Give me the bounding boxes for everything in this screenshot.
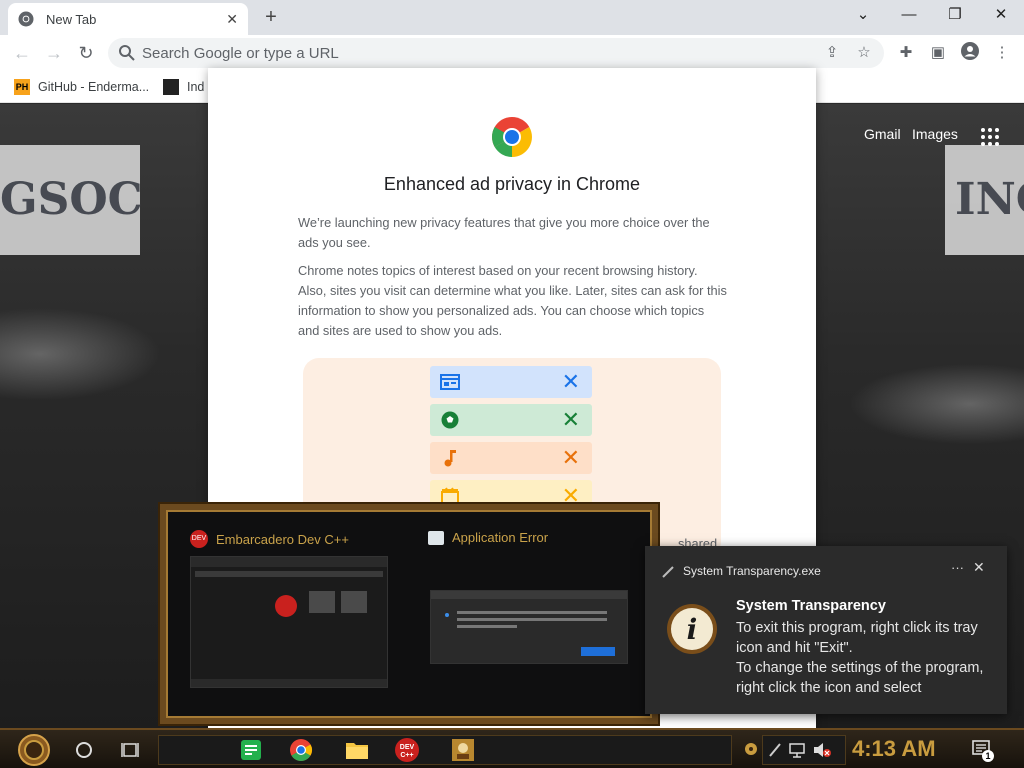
- tray-gear-icon[interactable]: [744, 742, 758, 756]
- bookmark-favicon: [163, 79, 179, 95]
- dialog-title: Enhanced ad privacy in Chrome: [383, 174, 641, 194]
- taskbar-window-preview: DEV Embarcadero Dev C++ Application Erro…: [160, 504, 658, 724]
- preview-item-devcpp[interactable]: DEV Embarcadero Dev C++: [190, 530, 349, 548]
- notification-body: To exit this program, right click its tr…: [736, 620, 984, 696]
- bookmark-label: GitHub - Enderma...: [38, 80, 150, 94]
- svg-text:DEV: DEV: [400, 744, 415, 751]
- svg-text:i: i: [687, 613, 698, 646]
- images-link[interactable]: Images: [912, 126, 958, 142]
- game-icon[interactable]: [448, 735, 478, 765]
- omnibox-input[interactable]: [142, 41, 812, 65]
- bookmark-favicon: PH: [14, 79, 30, 95]
- chrome-logo-icon: [492, 117, 532, 157]
- action-center-icon[interactable]: 1: [970, 738, 994, 762]
- soccer-ball-icon: [441, 411, 459, 429]
- clapperboard-icon: [441, 487, 459, 504]
- preview-title: Embarcadero Dev C++: [216, 531, 349, 547]
- illustration-row: ✕: [430, 404, 592, 436]
- share-icon[interactable]: ⇪: [822, 43, 842, 63]
- search-icon: [119, 45, 135, 61]
- web-icon: [440, 374, 460, 390]
- remove-x-icon: ✕: [561, 369, 580, 394]
- browser-toolbar: ← → ↻ ⇪ ☆ ✚ ▣ ⋮: [0, 35, 1024, 71]
- forward-button[interactable]: →: [42, 41, 66, 65]
- back-button[interactable]: ←: [10, 41, 34, 65]
- chrome-taskbar-icon[interactable]: [286, 735, 316, 765]
- start-button-icon[interactable]: [12, 733, 56, 767]
- tab-new-tab[interactable]: New Tab ✕: [8, 3, 248, 35]
- volume-muted-icon[interactable]: [812, 741, 832, 759]
- svg-text:C++: C++: [400, 752, 413, 759]
- taskbar: DEV C++ 4:13 AM 1: [0, 728, 1024, 768]
- music-note-icon: [444, 450, 456, 467]
- google-apps-icon[interactable]: [980, 127, 1000, 147]
- notification-toast[interactable]: System Transparency.exe ··· ✕ i System T…: [645, 546, 1007, 714]
- preview-item-application-error[interactable]: Application Error: [428, 530, 548, 545]
- new-tab-button[interactable]: +: [258, 5, 284, 31]
- restore-button[interactable]: ❐: [932, 0, 978, 30]
- omnibox[interactable]: ⇪ ☆: [108, 38, 884, 68]
- application-error-thumbnail[interactable]: [430, 590, 628, 664]
- file-explorer-icon[interactable]: [342, 735, 372, 765]
- remove-x-icon: ✕: [561, 445, 580, 470]
- dialog-paragraph-1: We’re launching new privacy features tha…: [298, 215, 710, 250]
- minimize-button[interactable]: —: [886, 0, 932, 30]
- background-banner-left: GSOC: [0, 145, 143, 255]
- notification-title: System Transparency: [736, 598, 886, 614]
- devcpp-thumbnail[interactable]: [190, 556, 388, 688]
- notes-icon[interactable]: [236, 735, 266, 765]
- tab-strip: New Tab ✕ + ⌄ — ❐ ✕: [0, 0, 1024, 35]
- bookmark-star-icon[interactable]: ☆: [854, 43, 874, 63]
- notification-count-badge: 1: [982, 750, 994, 762]
- app-small-icon: [662, 566, 674, 578]
- illustration-row: ✕: [430, 366, 592, 398]
- tray-pen-icon[interactable]: [768, 742, 782, 758]
- reload-button[interactable]: ↻: [74, 41, 98, 65]
- network-icon[interactable]: [788, 741, 806, 759]
- search-circle-icon[interactable]: [74, 740, 94, 760]
- task-view-icon[interactable]: [120, 740, 140, 760]
- illustration-row: ✕: [430, 442, 592, 474]
- taskbar-clock[interactable]: 4:13 AM: [852, 736, 936, 762]
- menu-kebab-icon[interactable]: ⋮: [990, 41, 1014, 65]
- chrome-icon: [18, 11, 34, 27]
- notification-close-icon[interactable]: ✕: [973, 559, 985, 576]
- bookmark-label: Ind: [187, 80, 205, 94]
- window-icon: [428, 530, 444, 545]
- preview-title: Application Error: [452, 530, 549, 545]
- profile-icon: [961, 42, 979, 60]
- notification-app-name: System Transparency.exe: [683, 564, 821, 578]
- bookmark-item[interactable]: Ind: [163, 77, 204, 97]
- dialog-paragraph-2: Chrome notes topics of interest based on…: [298, 263, 727, 338]
- background-banner-right: INC: [945, 145, 1024, 255]
- notification-more-icon[interactable]: ···: [951, 560, 964, 575]
- info-gear-icon: i: [667, 604, 717, 654]
- remove-x-icon: ✕: [561, 407, 580, 432]
- bookmark-item[interactable]: PH GitHub - Enderma...: [14, 77, 149, 97]
- extensions-puzzle-icon[interactable]: ✚: [894, 41, 918, 65]
- gmail-link[interactable]: Gmail: [864, 126, 901, 142]
- devcpp-icon: DEV: [190, 530, 208, 548]
- close-window-button[interactable]: ✕: [978, 0, 1024, 30]
- side-panel-icon[interactable]: ▣: [926, 41, 950, 65]
- tab-title: New Tab: [46, 11, 97, 27]
- devcpp-taskbar-icon[interactable]: DEV C++: [392, 735, 422, 765]
- tab-search-chevron-icon[interactable]: ⌄: [840, 0, 886, 30]
- profile-avatar[interactable]: [958, 41, 982, 65]
- tab-close-icon[interactable]: ✕: [226, 11, 238, 28]
